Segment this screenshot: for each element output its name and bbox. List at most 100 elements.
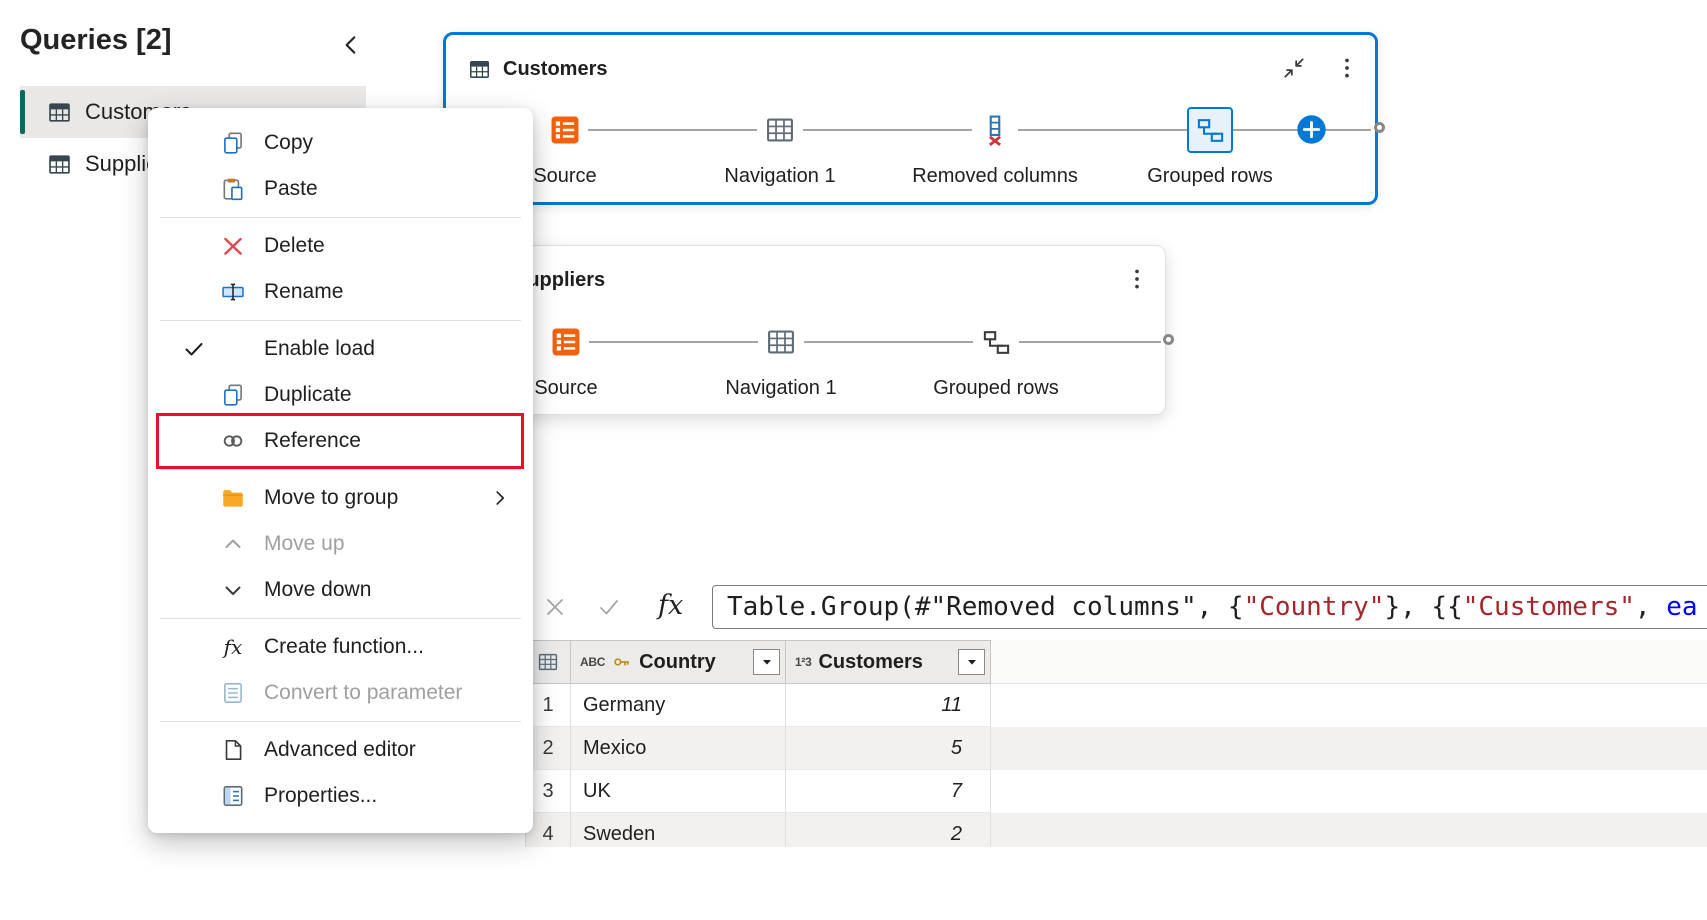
rename-icon [212,279,254,305]
formula-token: , [1635,592,1666,622]
type-text-icon: ABC [580,655,605,669]
table-icon [46,99,73,126]
submenu-chevron-right-icon [489,487,519,509]
card-title-label: Customers [503,58,607,81]
step-label: Removed columns [912,165,1078,188]
menu-item-move-down[interactable]: Move down [148,567,533,613]
selection-indicator-bar [20,90,25,134]
step-label: Source [533,165,596,188]
reference-link-icon [212,428,254,454]
table-icon [536,650,560,674]
paste-icon [212,176,254,202]
cell-customers: 5 [786,727,991,770]
dropdown-arrow-icon [759,654,775,670]
key-icon [612,652,632,672]
output-port[interactable] [1374,122,1385,133]
output-port[interactable] [1163,334,1174,345]
step-navigation-1[interactable] [758,319,804,365]
fx-icon: fx [212,635,254,659]
card-title: Customers [467,57,607,82]
step-label: Grouped rows [933,377,1059,400]
column-header-customers[interactable]: 1²3 Customers [786,640,991,684]
formula-input[interactable]: Table.Group(#"Removed columns", {"Countr… [712,585,1707,629]
grid-header-row: ABC Country 1²3 Customers [525,640,1707,684]
menu-item-move-to-group[interactable]: Move to group [148,475,533,521]
table-row: 2 Mexico 5 [525,727,1707,770]
chevron-up-icon [212,532,254,556]
close-icon [543,595,567,619]
menu-item-properties[interactable]: Properties... [148,773,533,819]
step-source[interactable] [542,107,588,153]
menu-item-rename[interactable]: Rename [148,269,533,315]
card-menu-ellipsis-icon[interactable] [1124,266,1150,292]
menu-item-create-function[interactable]: fx Create function... [148,624,533,670]
cell-customers: 2 [786,813,991,847]
power-query-diagram-view: Queries [2] Customers Suppliers Customer… [0,0,1707,920]
menu-item-convert-to-parameter: Convert to parameter [148,670,533,716]
column-name: Customers [818,651,922,674]
cell-customers: 11 [786,684,991,727]
cell-country: Mexico [571,727,786,770]
menu-item-copy[interactable]: Copy [148,120,533,166]
formula-token: }, {{ [1384,592,1462,622]
cell-country: UK [571,770,786,813]
step-grouped-rows[interactable] [1187,107,1233,153]
menu-divider [160,721,521,722]
query-card-suppliers[interactable]: Suppliers Source Navigation 1 Grouped ro… [456,245,1166,415]
table-icon [764,325,798,359]
filter-dropdown-button[interactable] [958,649,985,675]
folder-icon [212,485,254,511]
step-label: Source [534,377,597,400]
collapse-queries-pane-button[interactable] [338,30,368,60]
add-step-button[interactable] [1296,114,1327,145]
collapse-card-icon[interactable] [1281,55,1307,81]
commit-formula-button[interactable] [597,595,621,619]
menu-item-delete[interactable]: Delete [148,223,533,269]
step-label: Navigation 1 [724,165,835,188]
menu-item-duplicate[interactable]: Duplicate [148,372,533,418]
cell-country: Germany [571,684,786,727]
table-icon [467,57,492,82]
grid-header-filler [991,640,1707,684]
cell-country: Sweden [571,813,786,847]
step-label: Grouped rows [1147,165,1273,188]
properties-icon [212,783,254,809]
table-icon [763,113,797,147]
menu-item-advanced-editor[interactable]: Advanced editor [148,727,533,773]
step-grouped-rows[interactable] [973,319,1019,365]
duplicate-icon [212,382,254,408]
step-navigation-1[interactable] [757,107,803,153]
plus-icon [1296,114,1327,145]
flow-connector-line [566,341,1161,343]
menu-item-paste[interactable]: Paste [148,166,533,212]
formula-token: Table.Group(#"Removed columns", { [727,592,1244,622]
menu-item-reference[interactable]: Reference [148,418,533,464]
checkmark-icon [182,337,206,361]
menu-divider [160,217,521,218]
query-card-customers[interactable]: Customers Source Navigation 1 Removed co… [443,32,1378,205]
table-row: 1 Germany 11 [525,684,1707,727]
copy-icon [212,130,254,156]
type-number-icon: 1²3 [795,655,811,669]
step-source[interactable] [543,319,589,365]
chevron-left-icon [338,32,364,58]
menu-item-move-up: Move up [148,521,533,567]
step-removed-columns[interactable] [972,107,1018,153]
checkmark-icon [597,595,621,619]
flow-connector-line [565,129,1371,131]
grouped-rows-icon [981,327,1012,358]
card-menu-ellipsis-icon[interactable] [1334,55,1360,81]
table-row: 4 Sweden 2 [525,813,1707,847]
removed-columns-icon [978,113,1012,147]
query-context-menu: Copy Paste Delete Rename Enable load [148,108,533,833]
menu-item-enable-load[interactable]: Enable load [148,326,533,372]
table-row: 3 UK 7 [525,770,1707,813]
source-icon [549,325,583,359]
filter-dropdown-button[interactable] [753,649,780,675]
delete-icon [212,233,254,259]
dropdown-arrow-icon [964,654,980,670]
cancel-formula-button[interactable] [543,595,567,619]
grouped-rows-icon [1195,115,1226,146]
column-header-country[interactable]: ABC Country [571,640,786,684]
menu-divider [160,320,521,321]
